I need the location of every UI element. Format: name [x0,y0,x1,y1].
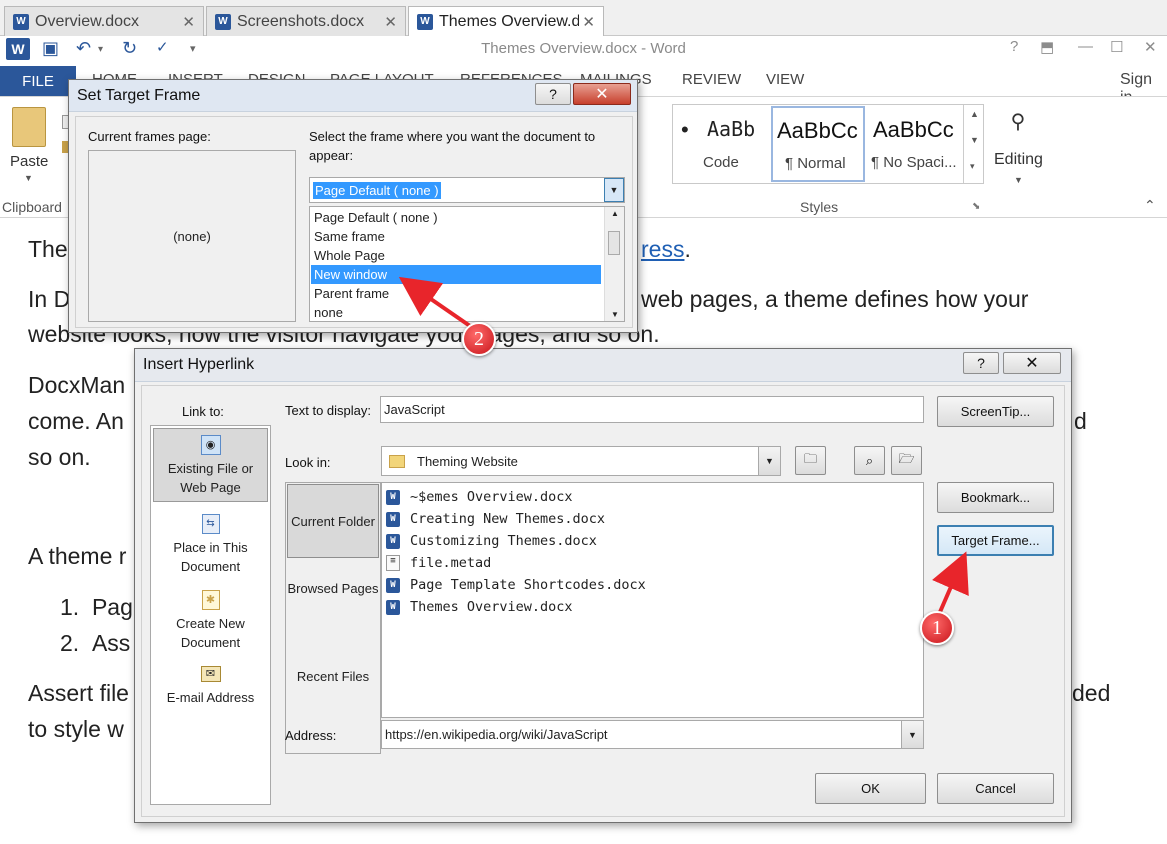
step-badge-1: 1 [920,611,954,645]
annotation-arrows [398,276,969,613]
step-badge-2: 2 [462,322,496,356]
arrow-to-target-frame [932,551,969,613]
arrow-to-new-window [398,276,472,328]
